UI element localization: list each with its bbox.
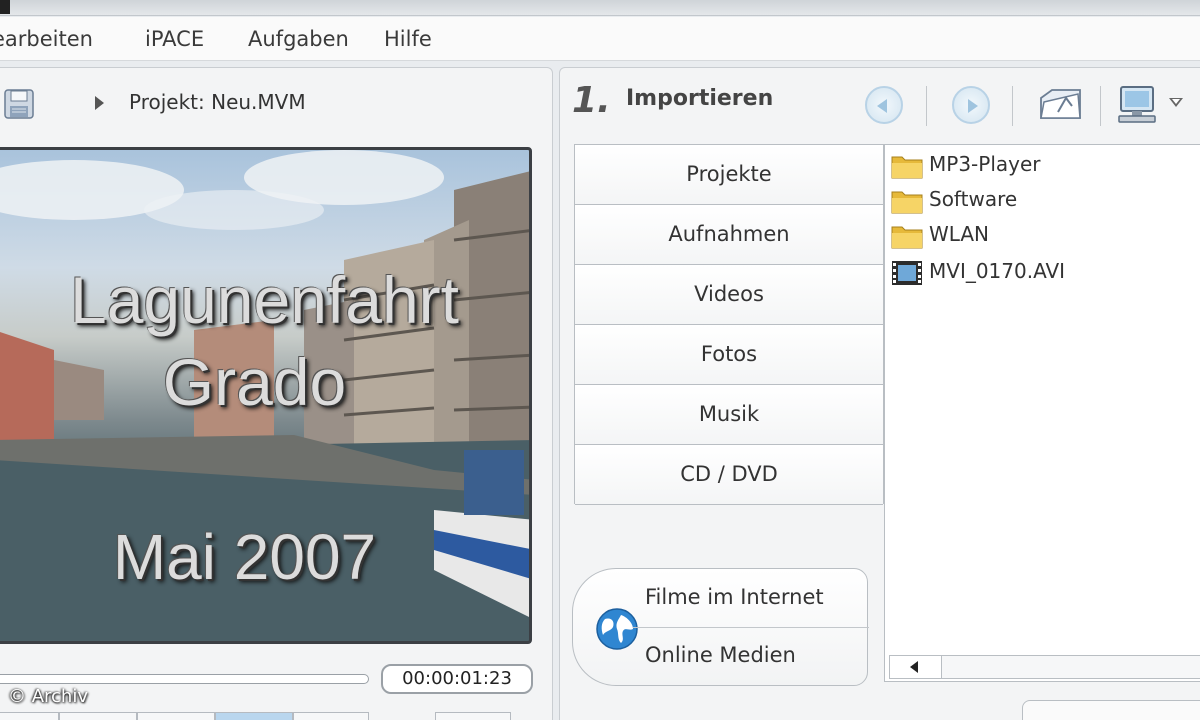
playback-controls bbox=[0, 712, 551, 720]
step-title: Importieren bbox=[626, 86, 774, 111]
folder-icon bbox=[891, 156, 923, 179]
menu-ipace[interactable]: iPACE bbox=[145, 27, 204, 51]
overlay-title-line1: Lagunenfahrt bbox=[69, 263, 459, 337]
menu-hilfe[interactable]: Hilfe bbox=[384, 27, 432, 51]
computer-icon[interactable] bbox=[1115, 84, 1159, 126]
menu-aufgaben[interactable]: Aufgaben bbox=[248, 27, 349, 51]
control-button[interactable] bbox=[293, 712, 369, 720]
online-media-button[interactable]: Filme im Internet Online Medien bbox=[572, 568, 869, 686]
online-media-label: Online Medien bbox=[645, 643, 796, 667]
save-icon[interactable] bbox=[3, 88, 35, 120]
tab-aufnahmen[interactable]: Aufnahmen bbox=[575, 205, 883, 265]
control-button[interactable] bbox=[59, 712, 137, 720]
horizontal-scrollbar[interactable] bbox=[889, 655, 1200, 679]
timecode-display: 00:00:01:23 bbox=[381, 664, 533, 694]
tab-projekte[interactable]: Projekte bbox=[575, 145, 883, 205]
timeline-scrubber[interactable] bbox=[0, 674, 369, 684]
project-name: Projekt: Neu.MVM bbox=[129, 90, 306, 114]
forward-arrow-icon[interactable] bbox=[952, 86, 990, 124]
folder-up-icon[interactable] bbox=[1038, 84, 1084, 126]
button-divider bbox=[633, 627, 869, 628]
category-list: Projekte Aufnahmen Videos Fotos Musik CD… bbox=[574, 144, 884, 505]
control-button[interactable] bbox=[0, 712, 59, 720]
play-button[interactable] bbox=[215, 712, 293, 720]
tab-fotos[interactable]: Fotos bbox=[575, 325, 883, 385]
import-panel: 1. Importieren Projekte Aufnahmen Videos… bbox=[559, 67, 1200, 720]
toolbar-divider bbox=[1012, 86, 1013, 126]
preview-panel: Projekt: Neu.MVM Lagunenfahrt Grado Mai … bbox=[0, 67, 553, 720]
menu-bearbeiten[interactable]: earbeiten bbox=[0, 27, 93, 51]
chevron-down-icon[interactable] bbox=[1169, 98, 1183, 107]
toolbar-divider bbox=[926, 86, 927, 126]
menu-bar: earbeiten iPACE Aufgaben Hilfe bbox=[0, 17, 1200, 61]
overlay-title-line2: Grado bbox=[162, 345, 347, 419]
control-button[interactable] bbox=[137, 712, 215, 720]
video-preview[interactable]: Lagunenfahrt Grado Mai 2007 bbox=[0, 147, 532, 644]
scroll-left-icon[interactable] bbox=[890, 656, 942, 678]
add-button[interactable] bbox=[1022, 700, 1200, 720]
copyright-notice: © Archiv bbox=[8, 686, 88, 707]
title-bar bbox=[0, 0, 1200, 16]
video-file-icon bbox=[892, 261, 922, 285]
toolbar-divider bbox=[1100, 86, 1101, 126]
file-browser: MP3-Player Software WLAN MVI_0170.AVI bbox=[884, 144, 1200, 682]
folder-icon bbox=[891, 191, 923, 214]
tab-musik[interactable]: Musik bbox=[575, 385, 883, 445]
volume-control[interactable] bbox=[435, 712, 511, 720]
folder-icon bbox=[891, 226, 923, 249]
tab-videos[interactable]: Videos bbox=[575, 265, 883, 325]
step-number: 1. bbox=[572, 80, 611, 121]
tab-cd-dvd[interactable]: CD / DVD bbox=[575, 445, 883, 505]
back-arrow-icon[interactable] bbox=[865, 86, 903, 124]
online-films-label: Filme im Internet bbox=[645, 585, 824, 609]
overlay-title-line3: Mai 2007 bbox=[112, 521, 377, 593]
globe-icon bbox=[596, 608, 638, 650]
expand-arrow-icon[interactable] bbox=[95, 96, 104, 110]
app-icon bbox=[0, 0, 10, 14]
